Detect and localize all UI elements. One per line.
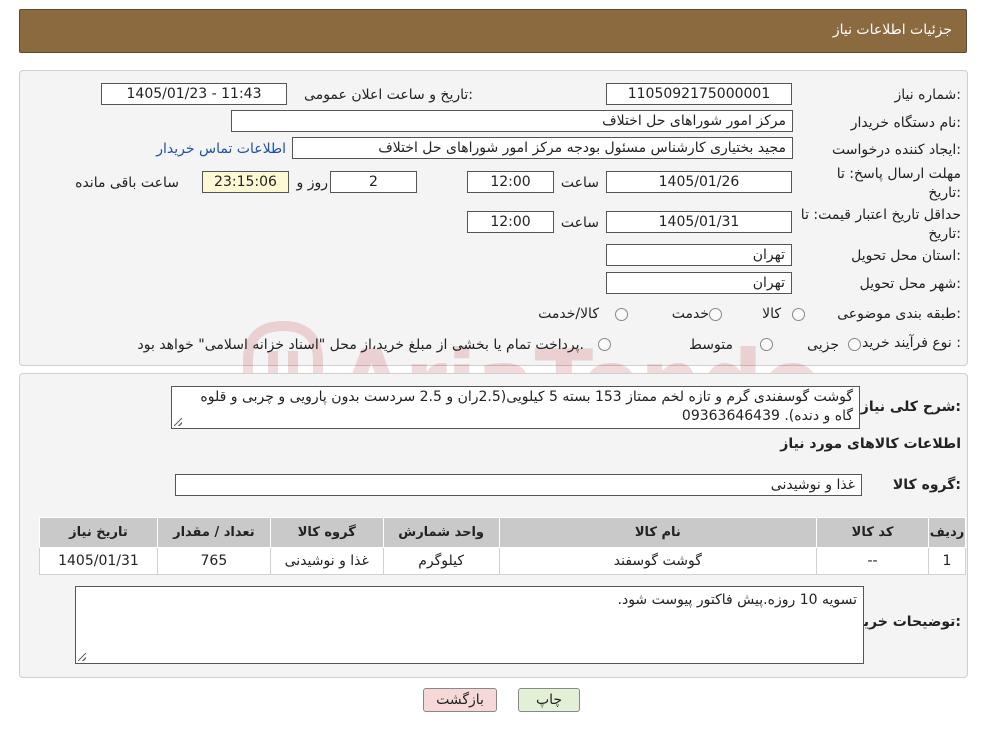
category-radio-service[interactable] <box>709 308 722 321</box>
col-quantity: تعداد / مقدار <box>156 517 271 548</box>
goods-group-label: گروه کالا: <box>892 477 961 493</box>
process-treasury-note: پرداخت تمام یا بخشی از مبلغ خرید،از محل … <box>137 337 584 353</box>
category-radio-goods[interactable] <box>792 308 805 321</box>
cell-need-date: 1405/01/31 <box>39 547 158 575</box>
col-unit: واحد شمارش <box>382 517 500 548</box>
goods-group-field: غذا و نوشیدنی <box>175 474 862 496</box>
category-label: طبقه بندی موضوعی: <box>837 306 961 322</box>
buyer-org-field: مرکز امور شوراهای حل اختلاف <box>231 110 793 132</box>
min-validity-label: حداقل تاریخ اعتبار قیمت: تا تاریخ: <box>800 207 961 242</box>
print-button[interactable]: چاپ <box>518 688 580 712</box>
col-name: نام کالا <box>498 517 818 548</box>
cell-quantity: 765 <box>156 547 271 575</box>
summary-text-content: گوشت گوسفندی گرم و تازه لخم ممتاز 153 بس… <box>200 389 853 424</box>
process-option-minor: جزیی <box>807 337 839 353</box>
deadline-time-field: 12:00 <box>467 171 554 193</box>
back-button[interactable]: بازگشت <box>423 688 497 712</box>
province-field: تهران <box>606 244 792 266</box>
goods-table: تاریخ نیاز تعداد / مقدار گروه کالا واحد … <box>39 517 967 575</box>
remaining-time-field: 23:15:06 <box>202 171 289 193</box>
process-radio-medium[interactable] <box>760 338 773 351</box>
deadline-time-label: ساعت <box>560 175 599 191</box>
process-label: نوع فرآیند خرید : <box>862 335 961 351</box>
category-radio-goods-service[interactable] <box>615 308 628 321</box>
col-group: گروه کالا <box>269 517 384 548</box>
process-option-medium: متوسط <box>689 337 733 353</box>
deadline-label: مهلت ارسال پاسخ: تا تاریخ: <box>836 166 961 201</box>
creator-field: مجید بختیاری کارشناس مسئول بودجه مرکز ام… <box>292 137 793 159</box>
table-row[interactable]: 1405/01/31 765 غذا و نوشیدنی کیلوگرم گوش… <box>39 547 967 575</box>
resize-handle-icon[interactable] <box>78 653 86 661</box>
resize-handle-icon[interactable] <box>174 418 182 426</box>
need-number-field: 1105092175000001 <box>606 83 792 105</box>
days-label: روز و <box>296 175 329 191</box>
buyer-notes-text: تسویه 10 روزه.پیش فاکتور پیوست شود. <box>75 586 864 664</box>
remaining-label: ساعت باقی مانده <box>75 175 179 191</box>
cell-group: غذا و نوشیدنی <box>269 547 384 575</box>
table-header-row: تاریخ نیاز تعداد / مقدار گروه کالا واحد … <box>39 517 967 548</box>
summary-text: گوشت گوسفندی گرم و تازه لخم ممتاز 153 بس… <box>171 386 860 429</box>
buyer-contact-link[interactable]: اطلاعات تماس خریدار <box>156 141 286 157</box>
buyer-org-label: نام دستگاه خریدار: <box>850 115 961 131</box>
process-radio-minor[interactable] <box>848 338 861 351</box>
creator-label: ایجاد کننده درخواست: <box>832 142 961 158</box>
col-row: ردیف <box>927 517 967 548</box>
category-option-service: خدمت <box>671 306 709 322</box>
min-validity-date-field: 1405/01/31 <box>606 211 792 233</box>
deadline-date-field: 1405/01/26 <box>606 171 792 193</box>
cell-unit: کیلوگرم <box>382 547 500 575</box>
min-validity-time-label: ساعت <box>560 215 599 231</box>
announce-field: 1405/01/23 - 11:43 <box>101 83 287 105</box>
category-option-goods-service: کالا/خدمت <box>538 306 599 322</box>
cell-code: -- <box>816 547 929 575</box>
summary-label: شرح کلی نیاز: <box>860 399 961 415</box>
col-need-date: تاریخ نیاز <box>39 517 158 548</box>
page-header: جزئیات اطلاعات نیاز <box>19 9 967 53</box>
cell-name: گوشت گوسفند <box>498 547 818 575</box>
province-label: استان محل تحویل: <box>851 248 961 264</box>
col-code: کد کالا <box>816 517 929 548</box>
process-radio-treasury[interactable] <box>598 338 611 351</box>
buyer-notes-content: تسویه 10 روزه.پیش فاکتور پیوست شود. <box>617 592 857 608</box>
cell-row: 1 <box>927 547 967 575</box>
city-field: تهران <box>606 272 792 294</box>
city-label: شهر محل تحویل: <box>859 276 961 292</box>
min-validity-time-field: 12:00 <box>467 211 554 233</box>
category-option-goods: کالا <box>762 306 781 322</box>
page-title: جزئیات اطلاعات نیاز <box>832 22 952 38</box>
goods-section-title: اطلاعات کالاهای مورد نیاز <box>780 436 961 452</box>
need-number-label: شماره نیاز: <box>894 87 961 103</box>
announce-label: تاریخ و ساعت اعلان عمومی: <box>304 87 473 103</box>
days-field: 2 <box>330 171 417 193</box>
details-panel: AriaTender.neT شماره نیاز: 1105092175000… <box>19 70 968 432</box>
